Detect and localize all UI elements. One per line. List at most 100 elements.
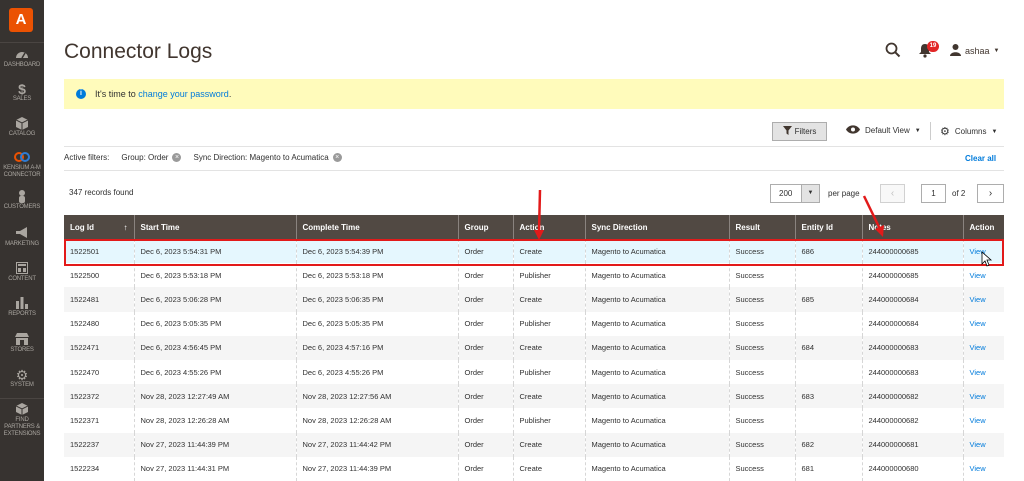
cell-entity-id: 686 [794, 239, 862, 264]
cell-group: Order [457, 359, 513, 385]
table-row[interactable]: 1522471 Dec 6, 2023 4:56:45 PM Dec 6, 2023… [64, 335, 1004, 360]
user-menu[interactable]: ashaa ▼ [950, 44, 999, 58]
cell-log-id: 1522371 [64, 408, 134, 433]
sidebar-item-marketing[interactable]: Marketing [0, 227, 44, 248]
cell-notes: 244000000682 [861, 384, 963, 409]
cell-action: Publisher [512, 359, 585, 385]
cell-complete-time: Dec 6, 2023 4:55:26 PM [295, 359, 458, 385]
sidebar-item-catalog[interactable]: Catalog [0, 117, 44, 138]
column-header-sync-direction[interactable]: Sync Direction [584, 215, 729, 239]
change-password-link[interactable]: change your password [138, 89, 229, 99]
column-header-log-id[interactable]: Log Id ↑ [64, 215, 134, 239]
table-row[interactable]: 1522372 Nov 28, 2023 12:27:49 AM Nov 28, 2… [64, 384, 1004, 409]
column-header-notes[interactable]: Notes [861, 215, 963, 239]
sidebar-item-content[interactable]: Content [0, 262, 44, 283]
cell-group: Order [457, 432, 513, 457]
next-page-button[interactable]: › [977, 184, 1004, 203]
view-link[interactable]: View [970, 295, 986, 304]
previous-page-button[interactable]: ‹ [880, 184, 905, 203]
filter-chip-sync-direction: Sync Direction: Magento to Acumatica × [193, 153, 342, 162]
notification-count-badge: 19 [927, 41, 939, 52]
cell-complete-time: Nov 28, 2023 12:26:28 AM [295, 408, 458, 433]
table-row[interactable]: 1522470 Dec 6, 2023 4:55:26 PM Dec 6, 2023… [64, 359, 1004, 385]
connector-icon [0, 151, 44, 165]
sidebar-item-connector[interactable]: Kensium A-M Connector [0, 151, 44, 179]
view-link[interactable]: View [970, 319, 986, 328]
active-filters: Active filters: Group: Order × Sync Dire… [64, 153, 354, 162]
cell-sync-direction: Magento to Acumatica [584, 287, 729, 312]
view-switcher[interactable]: Default View ▼ [846, 125, 921, 136]
cell-complete-time: Dec 6, 2023 5:54:39 PM [295, 239, 458, 264]
adobe-logo[interactable]: A [9, 8, 33, 32]
view-link[interactable]: View [970, 416, 986, 425]
cell-log-id: 1522470 [64, 359, 134, 385]
sidebar-item-reports[interactable]: Reports [0, 297, 44, 318]
table-row[interactable]: 1522481 Dec 6, 2023 5:06:28 PM Dec 6, 2023… [64, 287, 1004, 312]
cell-group: Order [457, 335, 513, 360]
cell-row-action: View [962, 408, 1004, 433]
cell-action: Create [512, 456, 585, 481]
sidebar-item-sales[interactable]: $ Sales [0, 82, 44, 103]
sidebar-item-partners[interactable]: Find Partners & Extensions [0, 403, 44, 438]
column-header-action[interactable]: Action [512, 215, 585, 239]
cell-group: Order [457, 287, 513, 312]
cell-complete-time: Dec 6, 2023 5:05:35 PM [295, 311, 458, 336]
close-icon[interactable]: × [332, 153, 342, 162]
cell-row-action: View [962, 456, 1004, 481]
table-row[interactable]: 1522500 Dec 6, 2023 5:53:18 PM Dec 6, 2023… [64, 263, 1004, 288]
cell-start-time: Dec 6, 2023 5:05:35 PM [133, 311, 296, 336]
filters-label: Filters [794, 127, 817, 136]
clear-all-link[interactable]: Clear all [965, 154, 996, 163]
column-header-complete-time[interactable]: Complete Time [295, 215, 458, 239]
cell-log-id: 1522471 [64, 335, 134, 360]
column-header-start-time[interactable]: Start Time [133, 215, 296, 239]
sidebar-item-customers[interactable]: Customers [0, 190, 44, 211]
sidebar-item-system[interactable]: ⚙ System [0, 368, 44, 389]
cell-action: Publisher [512, 311, 585, 336]
cell-group: Order [457, 239, 513, 264]
cell-complete-time: Dec 6, 2023 5:53:18 PM [295, 263, 458, 288]
cell-row-action: View [962, 432, 1004, 457]
user-name: ashaa [965, 46, 990, 56]
cell-sync-direction: Magento to Acumatica [584, 456, 729, 481]
page-number-input[interactable]: 1 [921, 184, 946, 203]
view-link[interactable]: View [970, 247, 986, 256]
sidebar-item-dashboard[interactable]: Dashboard [0, 48, 44, 69]
column-header-group[interactable]: Group [457, 215, 513, 239]
cell-action: Create [512, 384, 585, 409]
column-header-entity-id[interactable]: Entity Id [794, 215, 862, 239]
table-row[interactable]: 1522371 Nov 28, 2023 12:26:28 AM Nov 28, 2… [64, 408, 1004, 433]
view-link[interactable]: View [970, 440, 986, 449]
table-row[interactable]: 1522501 Dec 6, 2023 5:54:31 PM Dec 6, 2023… [64, 239, 1004, 264]
cell-action: Create [512, 239, 585, 264]
table-row[interactable]: 1522234 Nov 27, 2023 11:44:31 PM Nov 27, 2… [64, 456, 1004, 481]
close-icon[interactable]: × [172, 153, 182, 162]
records-count: 347 records found [69, 188, 134, 197]
filters-button[interactable]: Filters [772, 122, 827, 141]
cell-sync-direction: Magento to Acumatica [584, 359, 729, 385]
cell-row-action: View [962, 311, 1004, 336]
cell-log-id: 1522481 [64, 287, 134, 312]
view-link[interactable]: View [970, 343, 986, 352]
view-link[interactable]: View [970, 392, 986, 401]
sidebar-item-stores[interactable]: Stores [0, 333, 44, 354]
view-label: Default View [865, 126, 910, 135]
columns-button[interactable]: ⚙ Columns ▼ [940, 125, 997, 138]
cell-entity-id: 684 [794, 335, 862, 360]
search-icon[interactable] [885, 42, 903, 60]
store-icon [0, 333, 44, 347]
cell-start-time: Dec 6, 2023 5:54:31 PM [133, 239, 296, 264]
view-link[interactable]: View [970, 368, 986, 377]
view-link[interactable]: View [970, 271, 986, 280]
cell-group: Order [457, 456, 513, 481]
cell-notes: 244000000683 [861, 335, 963, 360]
chevron-down-icon: ▼ [993, 48, 1000, 54]
layout-icon [0, 262, 44, 276]
cell-row-action: View [962, 359, 1004, 385]
per-page-select[interactable]: 200 ▼ [770, 184, 820, 203]
column-header-result[interactable]: Result [728, 215, 795, 239]
table-row[interactable]: 1522480 Dec 6, 2023 5:05:35 PM Dec 6, 2023… [64, 311, 1004, 336]
view-link[interactable]: View [970, 464, 986, 473]
cell-entity-id: 685 [794, 287, 862, 312]
table-row[interactable]: 1522237 Nov 27, 2023 11:44:39 PM Nov 27, 2… [64, 432, 1004, 457]
